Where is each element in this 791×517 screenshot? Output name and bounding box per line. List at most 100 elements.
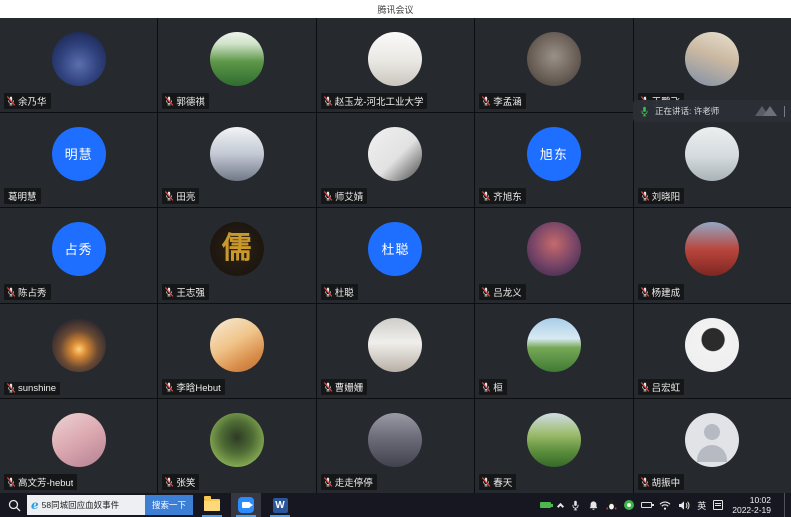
participant-tile[interactable]: 明慧 葛明慧	[0, 113, 157, 207]
participant-name-label: sunshine	[4, 382, 60, 395]
participant-tile[interactable]: 田亮	[158, 113, 315, 207]
collapse-chevrons-icon[interactable]	[755, 106, 777, 116]
participant-name-label: 曹姗姗	[321, 379, 368, 395]
chevron-up-icon[interactable]	[557, 503, 564, 510]
windows-taskbar: e 58同城回应血奴事件 搜索一下 W	[0, 493, 791, 517]
participant-tile[interactable]: 杨建成	[634, 208, 791, 302]
participant-name: 吕宏虹	[652, 380, 681, 394]
participant-name: sunshine	[18, 383, 56, 394]
participant-tile[interactable]: 高文芳-hebut	[0, 399, 157, 493]
participant-name: 胡振中	[652, 475, 681, 489]
avatar: 明慧	[52, 127, 106, 181]
avatar: 儒	[210, 222, 264, 276]
security-shield-icon[interactable]	[624, 500, 634, 510]
avatar	[685, 32, 739, 86]
battery-charging-icon[interactable]	[540, 502, 551, 508]
participant-name-label: 余乃华	[4, 93, 51, 109]
participant-tile[interactable]: 桓	[475, 304, 632, 398]
muted-mic-icon	[640, 477, 650, 487]
participant-name-label: 胡振中	[638, 474, 685, 490]
volume-icon[interactable]	[678, 500, 690, 511]
participant-name-label: 吕宏虹	[638, 379, 685, 395]
muted-mic-icon	[6, 96, 16, 106]
muted-mic-icon	[323, 191, 333, 201]
participant-name-label: 李晗Hebut	[162, 379, 224, 395]
participant-name-label: 张笑	[162, 474, 199, 490]
avatar	[210, 127, 264, 181]
clock-date: 2022-2-19	[732, 505, 771, 515]
muted-mic-icon	[481, 96, 491, 106]
participant-tile[interactable]: 李孟涵	[475, 18, 632, 112]
avatar: 杜聪	[368, 222, 422, 276]
participant-name-label: 王志强	[162, 284, 209, 300]
participant-tile[interactable]: 曹姗姗	[317, 304, 474, 398]
avatar	[685, 127, 739, 181]
participant-tile[interactable]: 胡振中	[634, 399, 791, 493]
participant-tile[interactable]: 春天	[475, 399, 632, 493]
participant-name: 李孟涵	[493, 94, 522, 108]
participant-tile[interactable]: 余乃华	[0, 18, 157, 112]
muted-mic-icon	[323, 96, 333, 106]
participant-name-label: 桓	[479, 379, 507, 395]
show-desktop-button[interactable]	[784, 493, 787, 517]
speaking-indicator-text: 正在讲话: 许老师	[655, 105, 750, 117]
participant-name: 王志强	[176, 285, 205, 299]
muted-mic-icon	[164, 287, 174, 297]
action-center-icon[interactable]	[713, 500, 723, 510]
avatar	[527, 413, 581, 467]
participant-tile[interactable]: 郭德祺	[158, 18, 315, 112]
participant-name-label: 吕龙义	[479, 284, 526, 300]
bell-icon[interactable]	[588, 500, 599, 511]
avatar	[368, 318, 422, 372]
participant-tile[interactable]: 杜聪 杜聪	[317, 208, 474, 302]
participant-name: 葛明慧	[8, 189, 37, 203]
avatar	[210, 318, 264, 372]
tray-mic-icon[interactable]	[570, 500, 581, 511]
participant-name-label: 田亮	[162, 188, 199, 204]
muted-mic-icon	[164, 191, 174, 201]
avatar: 旭东	[527, 127, 581, 181]
taskbar-clock[interactable]: 10:02 2022-2-19	[730, 495, 777, 515]
participant-tile[interactable]: 王鹏飞	[634, 18, 791, 112]
participant-tile[interactable]: 旭东 齐旭东	[475, 113, 632, 207]
clock-time: 10:02	[732, 495, 771, 505]
avatar-text: 占秀	[65, 243, 93, 256]
participant-tile[interactable]: 李晗Hebut	[158, 304, 315, 398]
participant-tile[interactable]: 张笑	[158, 399, 315, 493]
participant-tile[interactable]: 占秀 陈占秀	[0, 208, 157, 302]
participant-tile[interactable]: 师艾婧	[317, 113, 474, 207]
avatar	[368, 413, 422, 467]
taskbar-file-explorer[interactable]	[197, 493, 227, 517]
muted-mic-icon	[164, 96, 174, 106]
participant-tile[interactable]: sunshine	[0, 304, 157, 398]
participant-tile[interactable]: 儒 王志强	[158, 208, 315, 302]
participant-tile[interactable]: 刘晓阳	[634, 113, 791, 207]
muted-mic-icon	[323, 287, 333, 297]
taskbar-search-box[interactable]: e 58同城回应血奴事件	[27, 495, 145, 515]
participant-tile[interactable]: 吕龙义	[475, 208, 632, 302]
network-wifi-icon[interactable]	[659, 500, 671, 511]
participant-name: 张笑	[176, 475, 195, 489]
search-icon[interactable]	[8, 499, 21, 512]
participant-name-label: 师艾婧	[321, 188, 368, 204]
avatar	[685, 413, 739, 467]
muted-mic-icon	[164, 477, 174, 487]
taskbar-tencent-meeting[interactable]	[231, 493, 261, 517]
battery-status-icon[interactable]	[641, 502, 652, 508]
speaking-indicator-toast[interactable]: 正在讲话: 许老师	[633, 100, 791, 122]
avatar	[210, 413, 264, 467]
search-submit-button[interactable]: 搜索一下	[145, 495, 193, 515]
language-indicator[interactable]: 英	[697, 499, 706, 512]
participant-tile[interactable]: 吕宏虹	[634, 304, 791, 398]
toast-divider	[784, 106, 785, 117]
avatar	[527, 222, 581, 276]
participant-name-label: 刘晓阳	[638, 188, 685, 204]
qq-icon[interactable]	[606, 499, 617, 511]
muted-mic-icon	[323, 382, 333, 392]
avatar	[210, 32, 264, 86]
taskbar-word[interactable]: W	[265, 493, 295, 517]
participant-name-label: 郭德祺	[162, 93, 209, 109]
participant-tile[interactable]: 走走停停	[317, 399, 474, 493]
participant-tile[interactable]: 赵玉龙-河北工业大学	[317, 18, 474, 112]
participant-name: 吕龙义	[493, 285, 522, 299]
